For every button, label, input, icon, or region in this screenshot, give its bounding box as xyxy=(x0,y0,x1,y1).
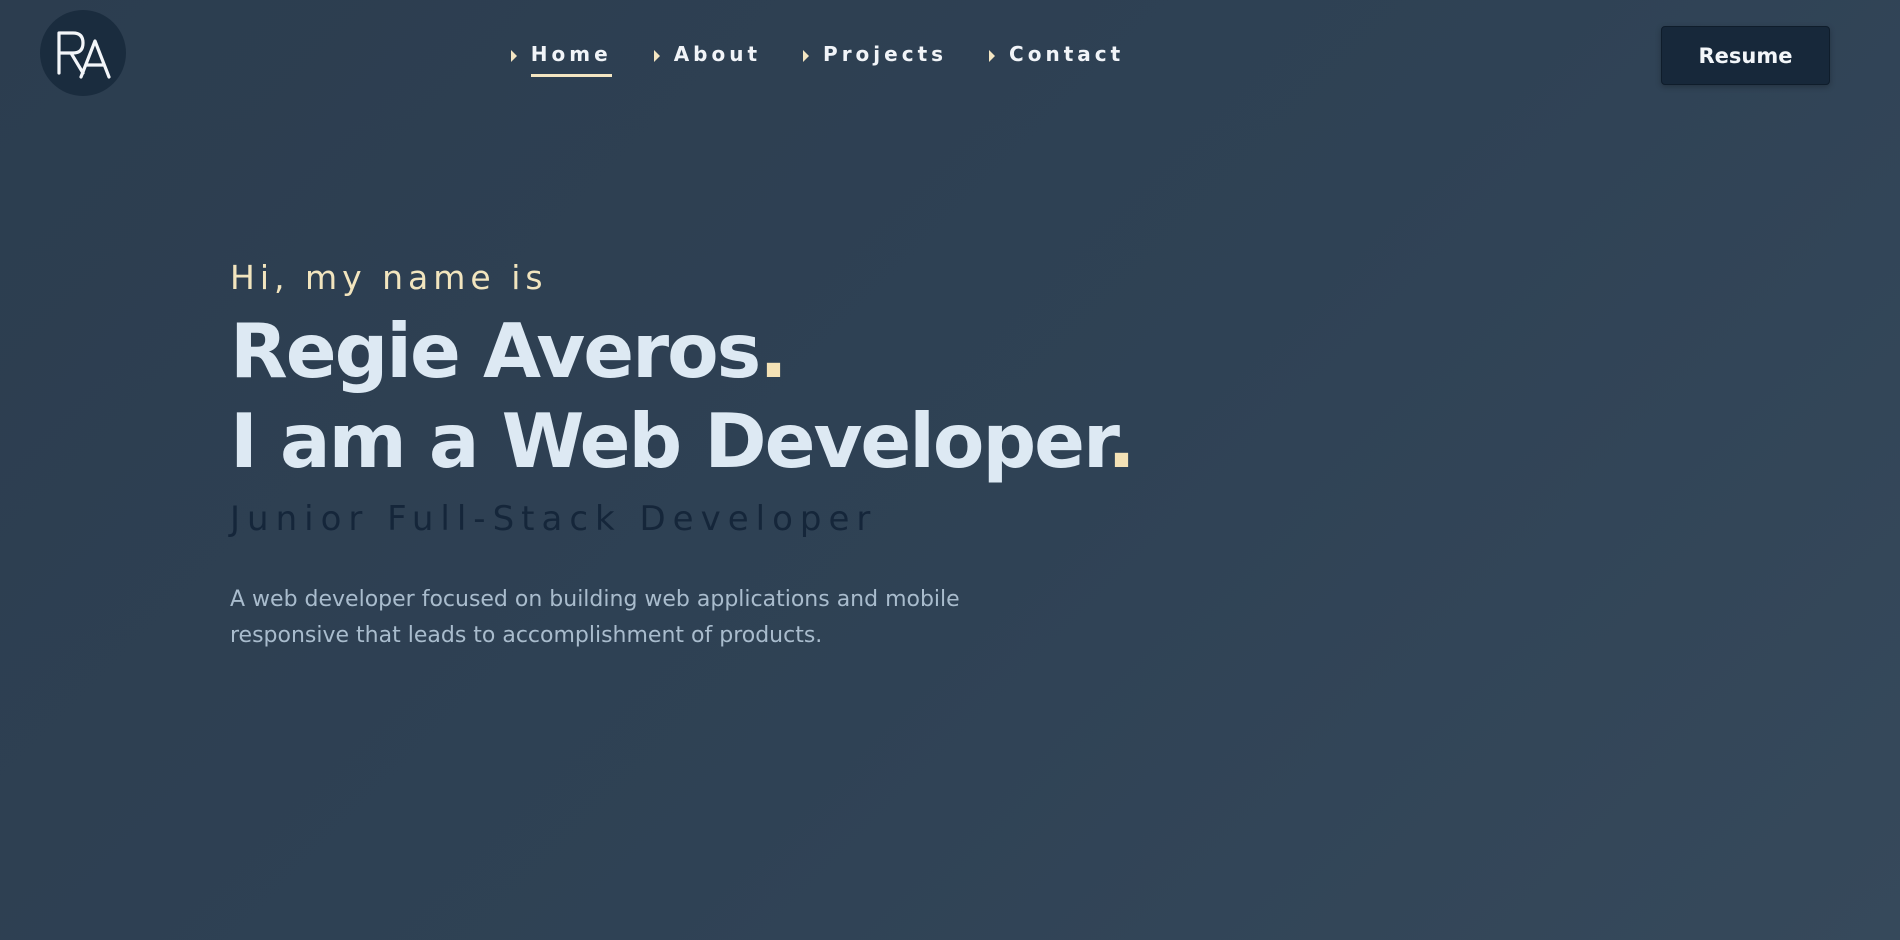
caret-right-icon xyxy=(989,50,996,62)
hero-name: Regie Averos xyxy=(230,307,761,395)
hero-greeting: Hi, my name is xyxy=(230,258,548,297)
nav-item-home[interactable]: Home xyxy=(510,36,612,77)
nav-item-label: About xyxy=(673,41,762,66)
nav-item-contact[interactable]: Contact xyxy=(989,36,1124,77)
hero-description: A web developer focused on building web … xyxy=(230,587,960,648)
nav-item-label: Home xyxy=(530,36,612,77)
hero-role: I am a Web Developer xyxy=(230,397,1109,485)
main-nav: Home About Projects Contact xyxy=(0,0,1900,112)
nav-item-label: Projects xyxy=(823,41,948,66)
nav-item-about[interactable]: About xyxy=(653,36,762,77)
hero-name-heading: Regie Averos. xyxy=(230,306,1230,396)
caret-right-icon xyxy=(510,50,517,62)
hero-role-heading: I am a Web Developer. xyxy=(230,396,1230,486)
accent-dot: . xyxy=(759,307,787,395)
caret-right-icon xyxy=(803,50,810,62)
accent-dot: . xyxy=(1107,397,1135,485)
hero-section: Hi, my name is Regie Averos. I am a Web … xyxy=(230,254,1230,654)
nav-item-projects[interactable]: Projects xyxy=(803,36,947,77)
resume-button[interactable]: Resume xyxy=(1661,26,1830,85)
hero-subtitle: Junior Full-Stack Developer xyxy=(230,499,878,539)
caret-right-icon xyxy=(653,50,660,62)
nav-item-label: Contact xyxy=(1009,41,1125,66)
